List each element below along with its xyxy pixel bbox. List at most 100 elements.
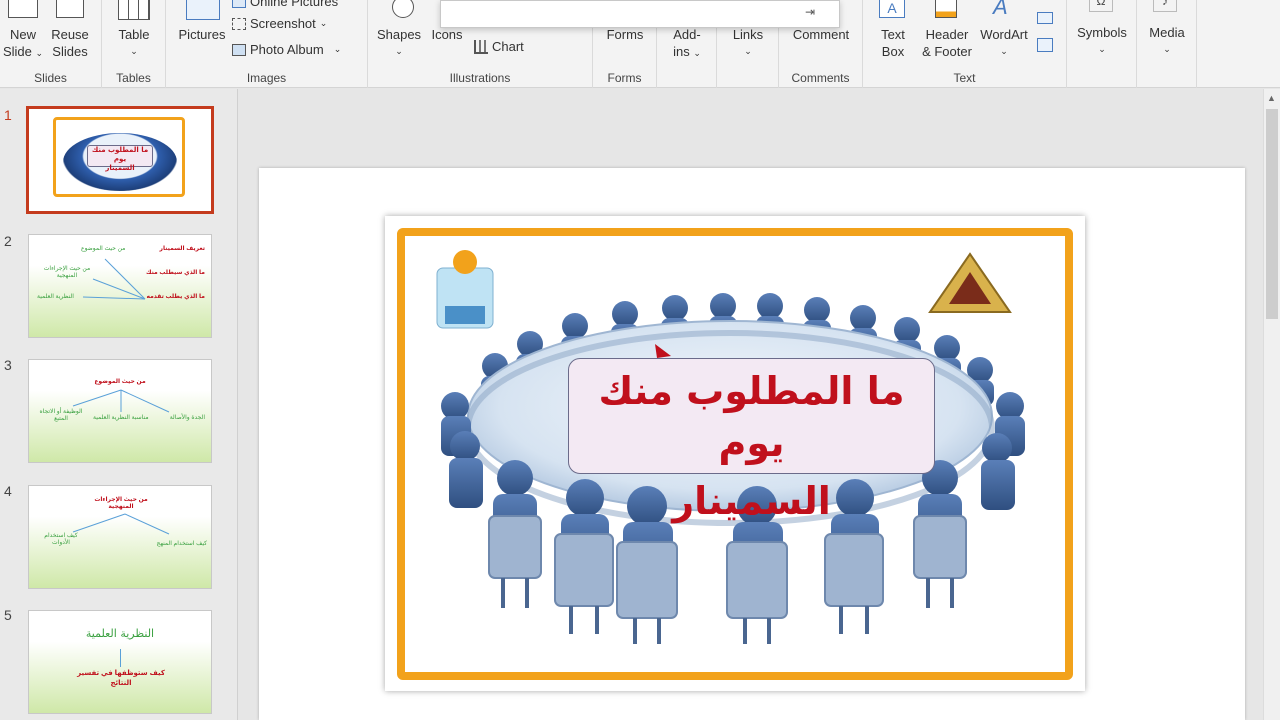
shapes-label: Shapes — [376, 27, 422, 42]
object-icon[interactable] — [1037, 38, 1053, 52]
chevron-down-icon: ⌄ — [130, 46, 138, 56]
chevron-down-icon: ⌄ — [333, 44, 342, 54]
chart-button[interactable]: Chart — [474, 39, 524, 54]
text-box-label-1: Text — [881, 27, 905, 42]
pin-icon[interactable]: ⇥ — [805, 5, 815, 19]
symbols-label: Symbols — [1077, 25, 1127, 40]
pictures-button[interactable]: Pictures — [176, 26, 228, 43]
reuse-slides-icon — [56, 0, 84, 18]
chevron-down-icon: ⌄ — [35, 48, 44, 58]
slide-thumbnail-2[interactable]: تعريف السمينار ما الذي سيطلب منك ما الذي… — [28, 234, 212, 338]
emblem-right — [928, 252, 1012, 313]
slides-group-label: Slides — [34, 71, 67, 85]
chevron-down-icon: ⌄ — [693, 48, 701, 58]
chevron-down-icon: ⌄ — [319, 18, 328, 28]
chevron-down-icon: ⌄ — [1000, 46, 1008, 56]
shapes-icon — [392, 0, 414, 18]
photo-album-label: Photo Album — [250, 42, 324, 57]
vertical-scrollbar[interactable]: ▲ — [1263, 89, 1280, 720]
wordart-icon: A — [993, 0, 1008, 19]
new-slide-button[interactable]: New Slide ⌄ — [0, 26, 46, 62]
thumb-text: النظرية العلمية — [37, 294, 74, 300]
slide-number: 2 — [4, 233, 12, 249]
chevron-down-icon: ⌄ — [1098, 44, 1106, 54]
omega-icon: Ω — [1089, 0, 1113, 12]
icons-button[interactable]: Icons — [428, 26, 466, 43]
slide-thumbnail-5[interactable]: النظرية العلمية كيف ستوظفها في تفسير الن… — [28, 610, 212, 714]
text-group-label: Text — [953, 71, 976, 85]
forms-button[interactable]: Forms — [593, 26, 657, 43]
illustrations-group-label: Illustrations — [449, 71, 511, 85]
header-footer-label-2: & Footer — [922, 44, 972, 59]
slide-number: 3 — [4, 357, 12, 373]
chevron-down-icon: ⌄ — [395, 46, 403, 56]
thumb-text: ما الذي يطلب تقدمه — [146, 294, 205, 300]
emblem-left — [436, 250, 494, 329]
reuse-slides-button[interactable]: Reuse Slides — [48, 26, 92, 60]
header-footer-button[interactable]: Header & Footer — [917, 26, 977, 60]
comment-button[interactable]: Comment — [779, 26, 863, 43]
media-label: Media — [1149, 25, 1185, 40]
table-button[interactable]: Table ⌄ — [102, 26, 166, 60]
slide-thumbnail-3[interactable]: من حيث الموضوع الجدة والأصالة مناسبة الن… — [28, 359, 212, 463]
thumb-text: مناسبة النظرية العلمية — [93, 415, 149, 421]
addins-label-2: ins ⌄ — [673, 44, 701, 59]
symbols-button[interactable]: Symbols ⌄ — [1067, 24, 1137, 58]
pictures-icon — [186, 0, 220, 20]
thumb-text: من حيث الموضوع — [94, 379, 146, 385]
screenshot-label: Screenshot — [250, 16, 316, 31]
comment-label: Comment — [792, 27, 850, 42]
floating-popup[interactable]: ⇥ — [440, 0, 840, 28]
scroll-up-icon[interactable]: ▲ — [1267, 93, 1276, 103]
thumb-text: كيف استخدام الأدوات — [44, 533, 78, 546]
photo-album-icon — [232, 43, 246, 56]
symbols-group: Ω Symbols ⌄ — [1067, 0, 1137, 88]
addins-label-1: Add- — [673, 27, 701, 42]
slide-thumbnail-1[interactable]: ما المطلوب منك يوم السمينار — [26, 106, 214, 214]
chart-label: Chart — [492, 39, 524, 54]
new-slide-label-2: Slide ⌄ — [2, 44, 44, 59]
thumb-title: ما المطلوب منك يوم السمينار — [87, 145, 153, 172]
table-icon — [118, 0, 150, 20]
slide-number: 4 — [4, 483, 12, 499]
media-group: ♪ Media ⌄ — [1137, 0, 1197, 88]
pictures-label: Pictures — [178, 27, 226, 42]
thumb-text: من حيث الإجراءات المنهجية — [94, 497, 148, 510]
screenshot-button[interactable]: Screenshot ⌄ — [232, 16, 327, 31]
text-group: A Text Box Header & Footer A WordArt ⌄ T… — [863, 0, 1067, 88]
thumb-text: الوظيفة أو الاتجاه المتبع — [39, 409, 83, 422]
wordart-label: WordArt — [980, 27, 1028, 42]
forms-group-label: Forms — [607, 71, 642, 85]
forms-label: Forms — [606, 27, 644, 42]
screenshot-icon — [232, 17, 246, 30]
thumb-text: الجدة والأصالة — [169, 415, 205, 421]
scrollbar-thumb[interactable] — [1266, 109, 1278, 319]
images-group-label: Images — [246, 71, 287, 85]
slide-title-textbox[interactable]: ما المطلوب منك يوم السمينار — [568, 358, 935, 523]
links-button[interactable]: Links ⌄ — [717, 26, 779, 60]
thumb-text: كيف استخدام المنهج — [156, 541, 207, 547]
thumb-text: من حيث الموضوع — [81, 246, 126, 252]
thumb-connector — [120, 649, 121, 667]
photo-album-button[interactable]: Photo Album ⌄ — [232, 42, 341, 57]
speaker-icon: ♪ — [1153, 0, 1177, 12]
header-footer-label-1: Header — [925, 27, 969, 42]
chart-icon — [474, 39, 488, 54]
thumb-text: ما الذي سيطلب منك — [146, 270, 205, 276]
slide-thumbnail-4[interactable]: من حيث الإجراءات المنهجية كيف استخدام ال… — [28, 485, 212, 589]
header-footer-icon — [935, 0, 957, 18]
thumb-text: تعريف السمينار — [159, 246, 205, 252]
icons-label: Icons — [431, 27, 463, 42]
slide-title-line-2: السمينار — [672, 479, 831, 523]
thumb-text: من حيث الإجراءات المنهجية — [43, 266, 91, 279]
text-box-button[interactable]: Text Box — [871, 26, 915, 60]
date-time-icon[interactable] — [1037, 12, 1053, 24]
shapes-button[interactable]: Shapes ⌄ — [374, 26, 424, 60]
online-pictures-button[interactable]: Online Pictures — [232, 0, 338, 9]
addins-button[interactable]: Add- ins ⌄ — [657, 26, 717, 62]
wordart-button[interactable]: WordArt ⌄ — [975, 26, 1033, 60]
links-label: Links — [732, 27, 764, 42]
chevron-down-icon: ⌄ — [1163, 44, 1171, 54]
media-button[interactable]: Media ⌄ — [1137, 24, 1197, 58]
slides-group: New Slide ⌄ Reuse Slides Slides — [0, 0, 102, 88]
